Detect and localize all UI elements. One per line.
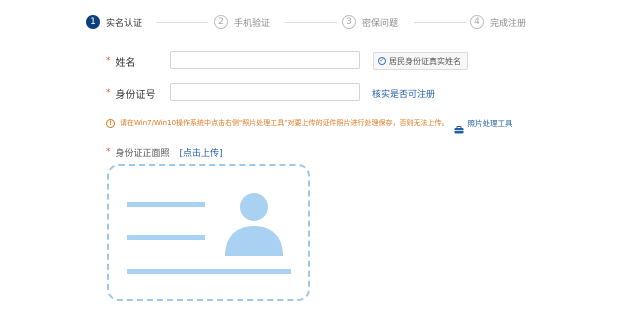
toolbox-icon[interactable]	[454, 119, 464, 134]
step-number: 4	[470, 15, 484, 29]
placeholder-line	[127, 269, 291, 274]
upload-label-text: 身份证正面照	[115, 148, 170, 159]
required-mark: *	[106, 56, 111, 66]
id-card-upload-area[interactable]	[107, 164, 310, 301]
step-number: 3	[342, 15, 356, 29]
step-number: 1	[86, 15, 100, 29]
name-input[interactable]	[170, 51, 360, 69]
step-1: 1 实名认证	[86, 12, 142, 32]
registration-steps: 1 实名认证 2 手机验证 3 密保问题 4 完成注册	[86, 12, 616, 32]
step-connector	[285, 22, 337, 23]
name-label: * 姓名	[106, 52, 136, 70]
required-mark: *	[106, 147, 111, 157]
step-label: 实名认证	[106, 18, 143, 29]
step-label: 密保问题	[362, 18, 399, 29]
name-hint-text: 居民身份证真实姓名	[389, 56, 461, 66]
name-label-text: 姓名	[115, 57, 136, 69]
id-number-label-text: 身份证号	[115, 89, 156, 101]
step-4: 4 完成注册	[470, 12, 526, 32]
step-connector	[156, 22, 208, 23]
upload-notice: ! 请在Win7/Win10操作系统中点击右侧"照片处理工具"对要上传的证件照片…	[106, 117, 512, 134]
step-label: 完成注册	[490, 18, 527, 29]
step-2: 2 手机验证	[214, 12, 270, 32]
check-icon: ✓	[378, 57, 386, 65]
placeholder-line	[127, 235, 205, 240]
step-connector	[414, 22, 466, 23]
id-number-label: * 身份证号	[106, 84, 156, 102]
required-mark: *	[106, 88, 111, 98]
warning-icon: !	[106, 118, 115, 128]
upload-button[interactable]: [点击上传]	[180, 146, 223, 159]
name-hint: ✓ 居民身份证真实姓名	[373, 52, 468, 70]
photo-tool-link[interactable]: 照片处理工具	[467, 118, 512, 129]
step-3: 3 密保问题	[342, 12, 398, 32]
person-silhouette-icon	[225, 193, 283, 256]
verify-registration-link[interactable]: 核实是否可注册	[372, 87, 435, 100]
placeholder-line	[127, 202, 205, 207]
step-label: 手机验证	[234, 18, 271, 29]
id-number-input[interactable]	[170, 83, 360, 101]
id-front-photo-label: * 身份证正面照 [点击上传]	[106, 145, 223, 159]
step-number: 2	[214, 15, 228, 29]
notice-text: 请在Win7/Win10操作系统中点击右侧"照片处理工具"对要上传的证件照片进行…	[120, 119, 449, 127]
